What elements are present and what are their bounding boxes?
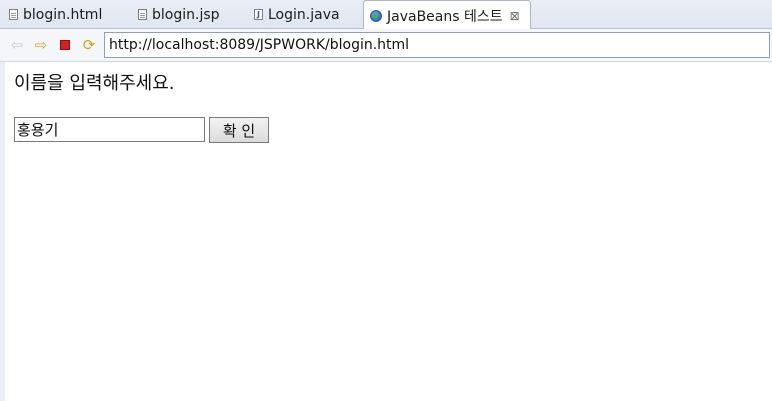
url-input[interactable] <box>104 32 770 58</box>
refresh-icon[interactable]: ⟳ <box>81 37 97 53</box>
forward-arrow-icon[interactable]: ⇨ <box>33 37 49 53</box>
java-file-icon: J <box>254 9 263 20</box>
tab-label: JavaBeans 테스트 <box>387 8 503 25</box>
name-input[interactable] <box>14 117 205 142</box>
back-arrow-icon[interactable]: ⇦ <box>9 37 25 53</box>
tab-login-java[interactable]: J Login.java <box>254 0 340 29</box>
tab-label: blogin.jsp <box>152 6 220 23</box>
confirm-button[interactable]: 확 인 <box>209 117 269 143</box>
browser-window: blogin.html blogin.jsp J Login.java Java… <box>0 0 772 401</box>
stop-icon[interactable] <box>57 37 73 53</box>
page-content: 이름을 입력해주세요. 확 인 <box>0 62 772 401</box>
tab-label: blogin.html <box>23 6 103 23</box>
close-icon[interactable]: ⊠ <box>510 9 520 23</box>
editor-tab-bar: blogin.html blogin.jsp J Login.java Java… <box>0 0 772 30</box>
globe-icon <box>370 9 382 22</box>
tab-label: Login.java <box>268 6 340 23</box>
html-file-icon <box>9 9 18 20</box>
tab-blogin-jsp[interactable]: blogin.jsp <box>138 0 220 29</box>
jsp-file-icon <box>138 9 147 20</box>
browser-toolbar: ⇦ ⇨ ⟳ <box>0 29 772 62</box>
tab-blogin-html[interactable]: blogin.html <box>9 0 102 29</box>
tab-javabeans-test[interactable]: JavaBeans 테스트 ⊠ <box>363 0 531 30</box>
name-prompt: 이름을 입력해주세요. <box>14 73 175 94</box>
